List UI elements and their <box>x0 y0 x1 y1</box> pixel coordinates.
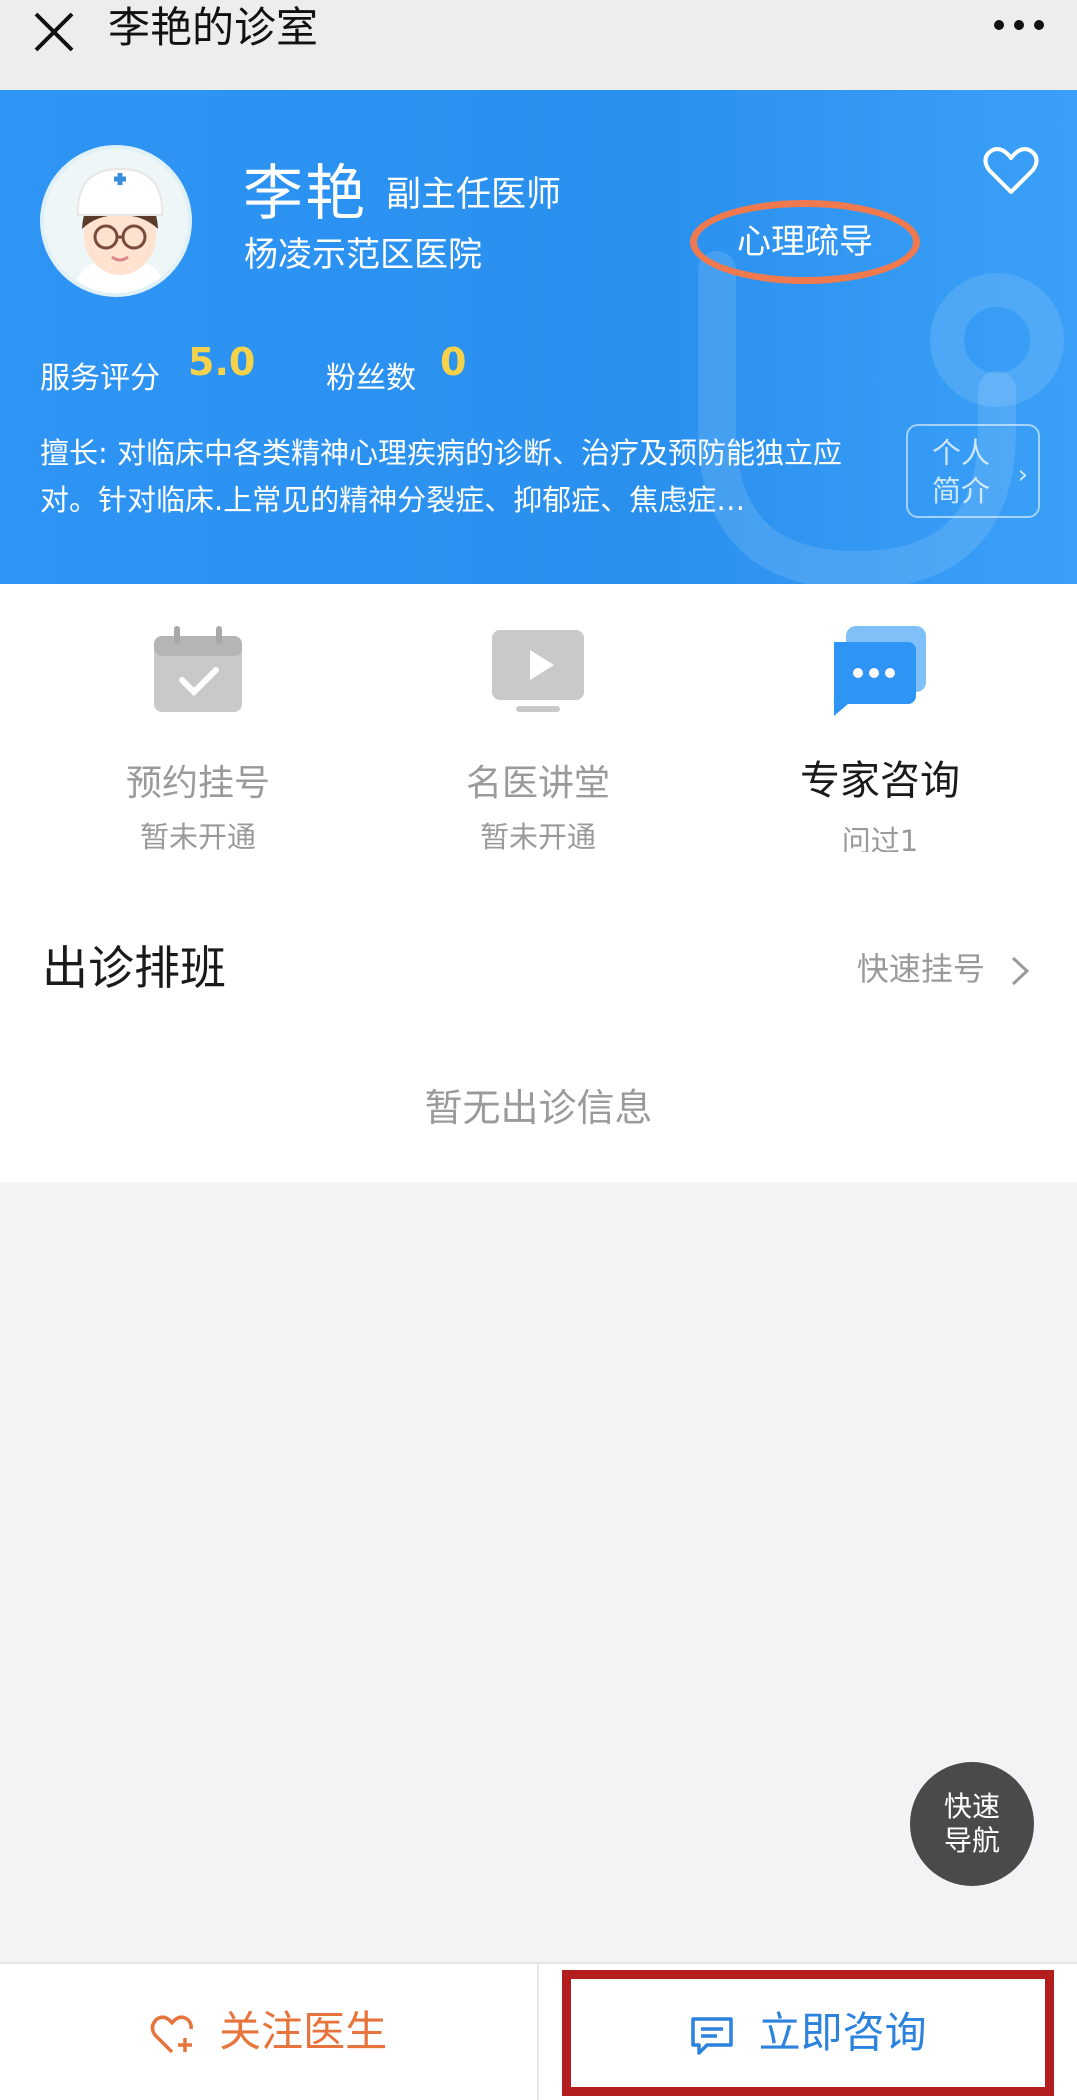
heart-plus-icon <box>150 2014 193 2053</box>
quick-register-link[interactable]: 快速挂号 <box>857 944 1033 990</box>
service-label: 预约挂号 <box>125 763 270 804</box>
schedule-section: 出诊排班 快速挂号 暂无出诊信息 <box>0 852 1077 1182</box>
page-title: 李艳的诊室 <box>108 3 319 52</box>
rating-label: 服务评分 <box>40 361 160 396</box>
message-icon <box>691 2016 734 2055</box>
specialty-tag: 心理疏导 <box>690 200 920 284</box>
chevron-right-icon <box>1011 956 1030 986</box>
fans-label: 粉丝数 <box>326 361 416 396</box>
service-lecture[interactable]: 名医讲堂 暂未开通 <box>368 584 708 854</box>
service-expert-consult[interactable]: 专家咨询 问过1 <box>710 584 1050 858</box>
consult-now-label: 立即咨询 <box>758 2008 927 2057</box>
calendar-check-icon <box>154 626 242 712</box>
follow-doctor-button[interactable]: 关注医生 <box>0 1964 537 2100</box>
service-label: 专家咨询 <box>800 758 960 804</box>
service-label: 名医讲堂 <box>465 763 610 804</box>
doctor-header: 李艳 副主任医师 杨凌示范区医院 心理疏导 服务评分 5.0 粉丝数 0 擅长:… <box>0 90 1077 584</box>
service-status: 暂未开通 <box>479 820 596 854</box>
chat-bubble-icon <box>833 626 926 716</box>
doctor-avatar-icon <box>44 149 188 293</box>
doctor-title: 副主任医师 <box>386 175 562 215</box>
doctor-name: 李艳 <box>243 159 367 229</box>
quick-nav-button[interactable]: 快速 导航 <box>910 1762 1034 1886</box>
service-status: 暂未开通 <box>139 820 256 854</box>
top-bar: 李艳的诊室 <box>0 0 1077 90</box>
bottom-bar: 关注医生 立即咨询 <box>0 1962 1077 2100</box>
quick-register-label: 快速挂号 <box>856 950 985 988</box>
divider <box>537 1964 539 2100</box>
more-icon[interactable] <box>991 10 1047 40</box>
consult-now-button[interactable]: 立即咨询 <box>562 1970 1054 2096</box>
fans-value: 0 <box>440 340 467 384</box>
video-play-icon <box>492 630 584 712</box>
chevron-right-icon: › <box>1017 460 1028 490</box>
hospital-name: 杨凌示范区医院 <box>244 235 482 275</box>
heart-icon[interactable] <box>983 146 1039 196</box>
avatar <box>40 145 192 297</box>
quick-nav-label: 导航 <box>943 1824 1000 1857</box>
schedule-heading: 出诊排班 <box>42 941 226 995</box>
rating-value: 5.0 <box>188 340 256 384</box>
close-icon[interactable] <box>30 8 78 56</box>
skill-description: 擅长: 对临床中各类精神心理疾病的诊断、治疗及预防能独立应对。针对临床.上常见的… <box>40 436 842 517</box>
service-appointment[interactable]: 预约挂号 暂未开通 <box>28 584 368 854</box>
quick-nav-label: 快速 <box>943 1790 1000 1823</box>
schedule-empty-text: 暂无出诊信息 <box>424 1086 653 1130</box>
profile-button[interactable]: 个人 简介 › <box>906 424 1040 518</box>
follow-doctor-label: 关注医生 <box>219 2007 388 2056</box>
services-row: 预约挂号 暂未开通 名医讲堂 暂未开通 专家咨询 问过1 <box>0 584 1077 858</box>
